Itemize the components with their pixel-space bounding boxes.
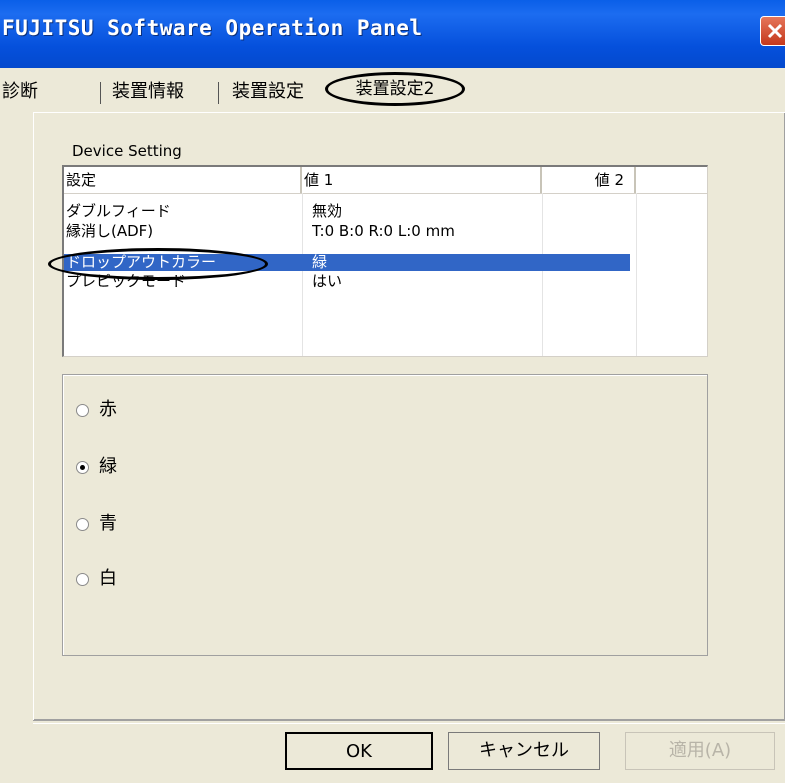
close-button[interactable]	[760, 16, 785, 46]
radio-button-icon[interactable]	[76, 403, 89, 417]
radio-label: 青	[99, 513, 117, 534]
radio-white[interactable]: 白	[76, 567, 117, 591]
tab-strip: 診断 装置情報 装置設定 装置設定2	[0, 68, 785, 112]
tab-separator	[100, 82, 101, 104]
close-icon	[767, 23, 783, 39]
radio-label: 緑	[99, 456, 117, 477]
radio-blue[interactable]: 青	[76, 512, 117, 536]
tab-device-setting-2[interactable]: 装置設定2	[325, 72, 465, 106]
radio-button-checked-icon[interactable]	[76, 460, 89, 474]
radio-label: 白	[99, 568, 117, 589]
radio-green[interactable]: 緑	[76, 455, 117, 479]
apply-button[interactable]: 適用(A)	[625, 732, 775, 770]
cell-setting: ダブルフィード	[66, 203, 171, 220]
color-options-group	[62, 374, 708, 656]
highlight-ellipse	[48, 248, 268, 280]
cancel-button[interactable]: キャンセル	[448, 732, 600, 770]
tab-device-setting[interactable]: 装置設定	[232, 78, 304, 106]
column-header-setting[interactable]: 設定	[64, 167, 302, 193]
ok-button[interactable]: OK	[285, 732, 433, 770]
cell-setting: 縁消し(ADF)	[66, 223, 154, 240]
tab-device-info[interactable]: 装置情報	[112, 78, 184, 106]
list-header: 設定 値 1 値 2	[64, 167, 707, 194]
table-row[interactable]: 縁消し(ADF) T:0 B:0 R:0 L:0 mm	[64, 223, 707, 240]
tab-diagnostics[interactable]: 診断	[2, 78, 38, 106]
cell-value1: はい	[312, 273, 343, 290]
column-header-value1[interactable]: 値 1	[302, 167, 542, 193]
bottom-divider	[33, 720, 785, 724]
radio-label: 赤	[99, 399, 117, 420]
cell-value1: 無効	[312, 203, 343, 220]
cell-value1: 緑	[312, 254, 328, 271]
title-bar: FUJITSU Software Operation Panel	[0, 0, 785, 78]
radio-red[interactable]: 赤	[76, 398, 117, 422]
column-header-empty	[636, 167, 707, 193]
device-setting-label: Device Setting	[72, 142, 182, 160]
radio-button-icon[interactable]	[76, 517, 89, 531]
window-title: FUJITSU Software Operation Panel	[2, 16, 423, 40]
column-header-value2[interactable]: 値 2	[542, 167, 636, 193]
tab-separator	[218, 82, 219, 104]
radio-button-icon[interactable]	[76, 572, 89, 586]
cell-value1: T:0 B:0 R:0 L:0 mm	[312, 223, 455, 240]
table-row[interactable]: ダブルフィード 無効	[64, 203, 707, 220]
